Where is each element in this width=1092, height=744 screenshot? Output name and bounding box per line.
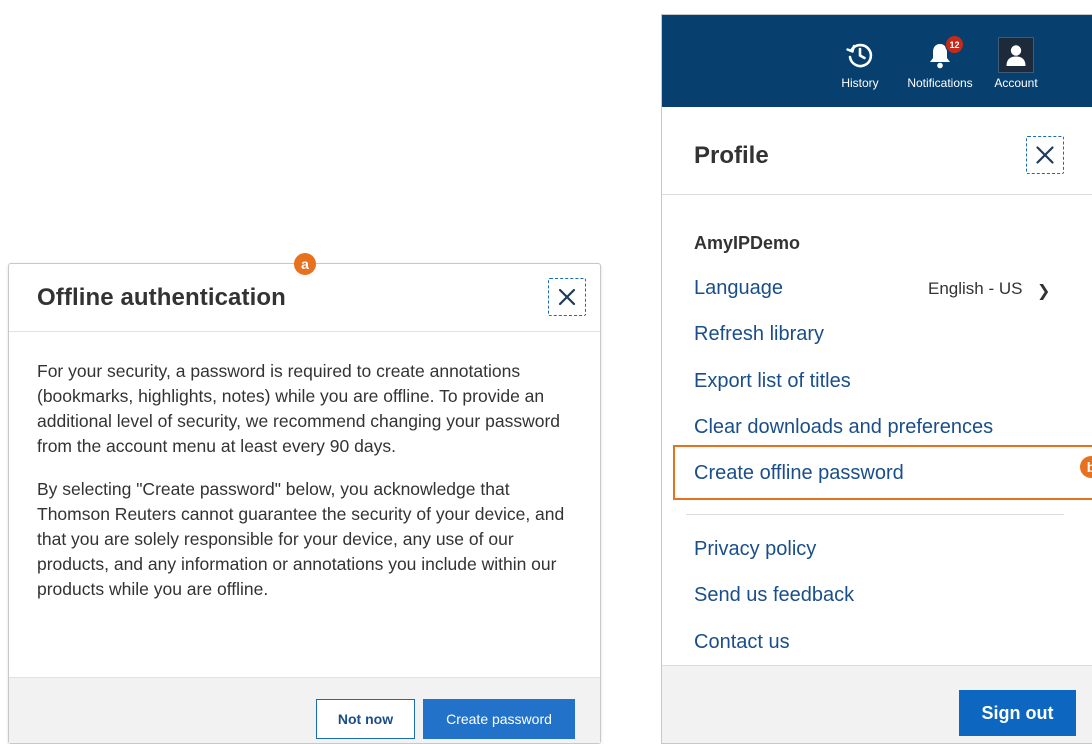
- profile-panel: History 12 Notifications Account Profile…: [661, 14, 1092, 744]
- sign-out-button[interactable]: Sign out: [959, 690, 1076, 736]
- history-label: History: [841, 76, 879, 90]
- notifications-count-badge: 12: [945, 35, 964, 54]
- refresh-library-link[interactable]: Refresh library: [694, 323, 824, 346]
- dialog-paragraph: For your security, a password is require…: [37, 361, 561, 456]
- notifications-button[interactable]: 12 Notifications: [900, 35, 980, 99]
- close-icon: [558, 288, 576, 306]
- create-offline-password-link[interactable]: Create offline password: [694, 462, 904, 485]
- language-link[interactable]: Language: [694, 277, 783, 300]
- close-icon: [1036, 146, 1054, 164]
- person-icon: [1006, 45, 1026, 66]
- dialog-close-button[interactable]: [548, 278, 586, 316]
- account-label: Account: [994, 76, 1038, 90]
- panel-close-button[interactable]: [1026, 136, 1064, 174]
- not-now-button[interactable]: Not now: [316, 699, 415, 739]
- panel-title: Profile: [694, 142, 769, 169]
- callout-marker-a: a: [294, 253, 316, 275]
- dialog-footer: Not now Create password: [9, 677, 600, 743]
- send-feedback-link[interactable]: Send us feedback: [694, 584, 854, 607]
- dialog-body: For your security, a password is require…: [37, 359, 582, 620]
- export-titles-link[interactable]: Export list of titles: [694, 370, 851, 393]
- contact-us-link[interactable]: Contact us: [694, 631, 790, 654]
- menu-divider: [686, 514, 1064, 515]
- history-button[interactable]: History: [829, 35, 891, 99]
- history-icon: [846, 43, 873, 68]
- privacy-policy-link[interactable]: Privacy policy: [694, 538, 816, 561]
- create-password-button[interactable]: Create password: [423, 699, 575, 739]
- dialog-title: Offline authentication: [37, 284, 286, 311]
- language-value[interactable]: English - US: [928, 279, 1022, 299]
- avatar: [998, 37, 1034, 73]
- notifications-label: Notifications: [907, 76, 973, 90]
- top-navigation-bar: History 12 Notifications Account: [662, 15, 1092, 107]
- dialog-paragraph: By selecting "Create password" below, yo…: [37, 479, 565, 599]
- panel-header: Profile: [662, 107, 1092, 195]
- chevron-right-icon: ❯: [1037, 283, 1051, 300]
- offline-authentication-dialog: Offline authentication For your security…: [8, 263, 601, 744]
- clear-downloads-link[interactable]: Clear downloads and preferences: [694, 416, 993, 439]
- username: AmyIPDemo: [694, 233, 801, 253]
- account-button[interactable]: Account: [990, 35, 1042, 99]
